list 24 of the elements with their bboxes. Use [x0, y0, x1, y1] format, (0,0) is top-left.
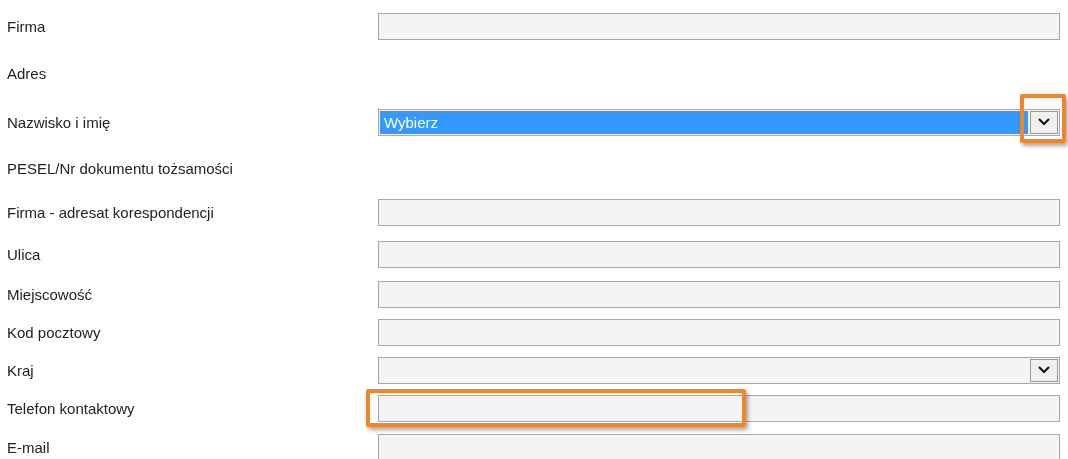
chevron-down-icon [1038, 366, 1050, 374]
dropdown-field[interactable]: Wybierz [378, 108, 1060, 136]
field-label: Firma [6, 17, 47, 35]
dropdown-field[interactable] [378, 356, 1060, 384]
field-label: Kod pocztowy [6, 323, 102, 341]
field-label: Nazwisko i imię [6, 113, 112, 131]
dropdown-button[interactable] [1030, 110, 1058, 134]
text-field[interactable] [378, 280, 1060, 308]
field-label: E-mail [6, 438, 51, 456]
field-label: Ulica [6, 246, 42, 263]
dropdown-button[interactable] [1030, 358, 1058, 382]
field-label: Miejscowość [6, 285, 94, 303]
text-field[interactable] [378, 198, 1060, 226]
text-field[interactable] [378, 318, 1060, 346]
field-label: Kraj [6, 361, 35, 379]
field-label: Telefon kontaktowy [6, 399, 136, 417]
field-label: Adres [6, 64, 48, 82]
field-label: PESEL/Nr dokumentu tożsamości [6, 159, 234, 177]
text-field[interactable] [378, 433, 1060, 459]
text-field[interactable] [378, 394, 1060, 422]
text-field[interactable] [378, 12, 1060, 40]
text-field[interactable] [378, 241, 1060, 268]
chevron-down-icon [1038, 118, 1050, 126]
field-label: Firma - adresat korespondencji [6, 203, 215, 221]
